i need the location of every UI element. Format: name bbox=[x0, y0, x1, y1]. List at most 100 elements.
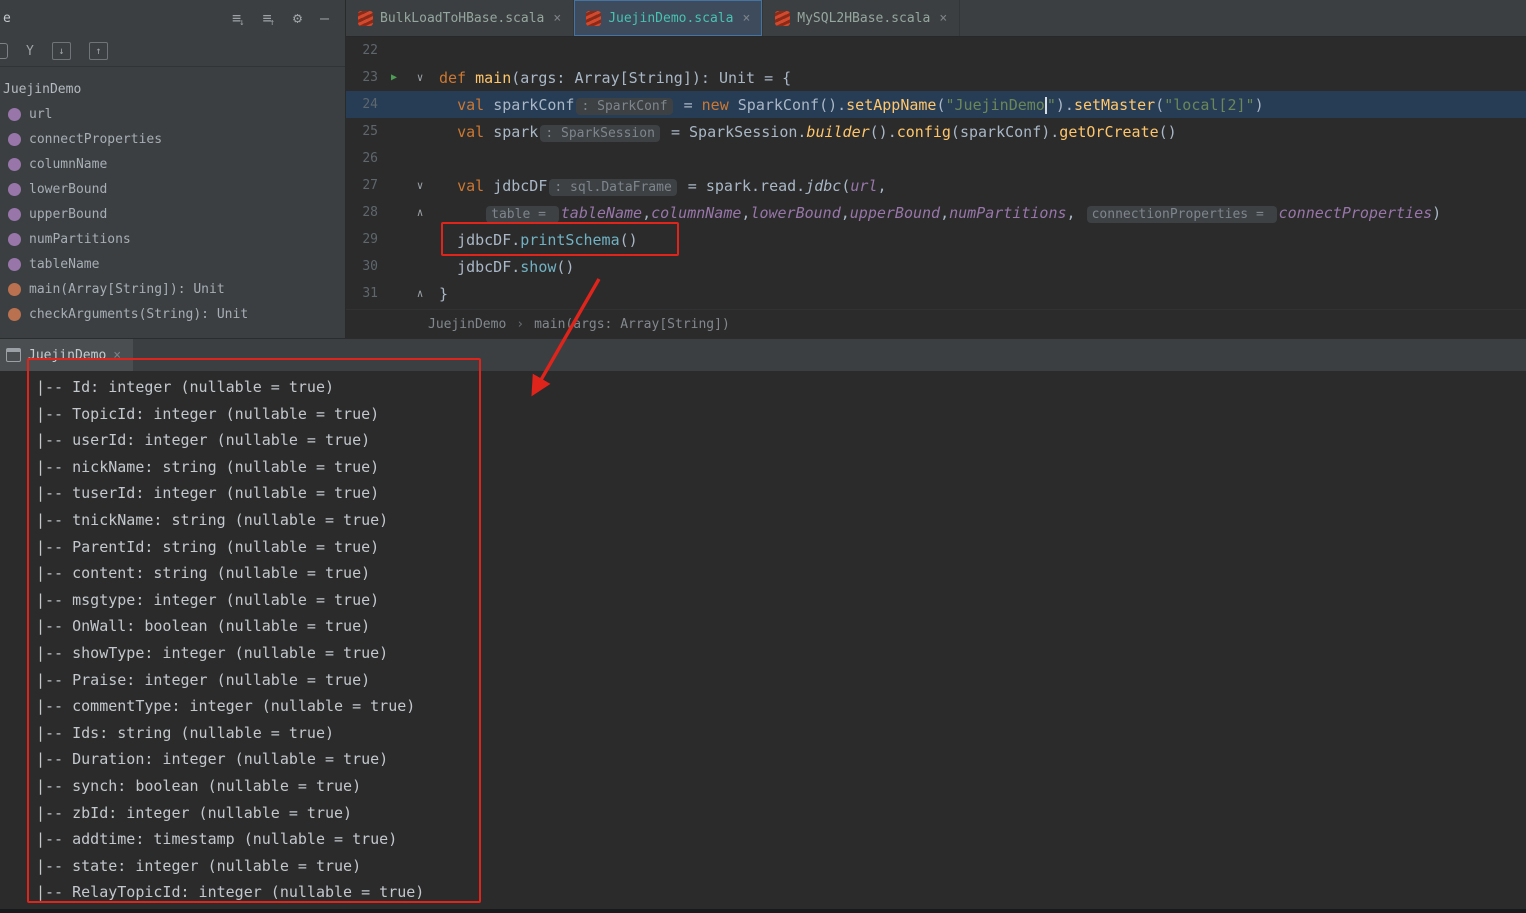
gutter: 31 ∧ bbox=[346, 280, 439, 307]
clipped-toolbar-icon[interactable] bbox=[0, 43, 8, 59]
structure-tree: JuejinDemo url connectProperties columnName… bbox=[0, 67, 345, 327]
structure-item[interactable]: columnName bbox=[0, 152, 345, 177]
structure-item[interactable]: numPartitions bbox=[0, 227, 345, 252]
field-icon bbox=[8, 208, 21, 221]
code-text[interactable]: } bbox=[439, 285, 448, 303]
code-text[interactable]: val sparkConf: SparkConf = new SparkConf… bbox=[439, 95, 1264, 115]
line-number: 24 bbox=[362, 97, 378, 112]
tab-label: JuejinDemo.scala bbox=[608, 10, 734, 26]
code-token: main bbox=[475, 68, 512, 87]
structure-item[interactable]: connectProperties bbox=[0, 127, 345, 152]
code-token: upperBound bbox=[849, 203, 941, 222]
editor-tab[interactable]: BulkLoadToHBase.scala × bbox=[346, 0, 575, 36]
editor-line: 26 bbox=[346, 145, 1526, 172]
code-token: , bbox=[1066, 203, 1085, 222]
editor-line: 22 bbox=[346, 37, 1526, 64]
breadcrumb: JuejinDemo › main(args: Array[String]) bbox=[346, 309, 1526, 338]
structure-item[interactable]: main(Array[String]): Unit bbox=[0, 277, 345, 302]
close-icon[interactable]: × bbox=[113, 348, 121, 363]
close-icon[interactable]: × bbox=[939, 11, 947, 26]
structure-item[interactable]: upperBound bbox=[0, 202, 345, 227]
fold-down-icon[interactable]: ∨ bbox=[410, 71, 430, 84]
structure-item[interactable]: checkArguments(String): Unit bbox=[0, 302, 345, 327]
line-number: 30 bbox=[362, 259, 378, 274]
code-text[interactable]: jdbcDF.printSchema() bbox=[439, 231, 638, 249]
close-icon[interactable]: × bbox=[742, 11, 750, 26]
code-token: ( bbox=[1155, 95, 1165, 114]
hide-panel-icon[interactable]: — bbox=[320, 10, 329, 26]
line-number: 22 bbox=[362, 43, 378, 58]
console-tab[interactable]: JuejinDemo × bbox=[0, 339, 134, 371]
code-token: columnName bbox=[651, 203, 742, 222]
gear-icon[interactable]: ⚙ bbox=[293, 10, 302, 26]
line-number: 26 bbox=[362, 151, 378, 166]
code-token: "JuejinDemo bbox=[945, 95, 1045, 114]
code-token: config bbox=[896, 122, 951, 141]
structure-item-label: connectProperties bbox=[29, 132, 163, 147]
code-token: connectProperties bbox=[1278, 203, 1433, 222]
structure-item-label: main(Array[String]): Unit bbox=[29, 282, 225, 297]
fold-up-icon[interactable]: ∧ bbox=[410, 206, 430, 219]
gutter: 25 bbox=[346, 118, 439, 145]
console-line: |-- msgtype: integer (nullable = true) bbox=[36, 590, 380, 609]
console-line: |-- RelayTopicId: integer (nullable = tr… bbox=[36, 883, 425, 902]
editor-tab[interactable]: MySQL2HBase.scala × bbox=[763, 0, 961, 36]
breadcrumb-item-class[interactable]: JuejinDemo bbox=[428, 317, 506, 332]
code-token: SparkSession. bbox=[689, 122, 807, 141]
editor-line: 27 ∨ val jdbcDF: sql.DataFrame = spark.re… bbox=[346, 172, 1526, 199]
code-text[interactable]: val jdbcDF: sql.DataFrame = spark.read.j… bbox=[439, 176, 887, 196]
code-token: def bbox=[439, 68, 476, 87]
filter-icon[interactable]: Y bbox=[26, 44, 34, 59]
code-text[interactable]: def main(args: Array[String]): Unit = { bbox=[439, 69, 791, 87]
structure-panel-header: e ≡ ↓ ≡ ↑ ⚙ — bbox=[0, 0, 345, 36]
line-number: 28 bbox=[362, 205, 378, 220]
structure-item[interactable]: url bbox=[0, 102, 345, 127]
code-token: show bbox=[520, 257, 557, 276]
structure-item[interactable]: lowerBound bbox=[0, 177, 345, 202]
console-line: |-- commentType: integer (nullable = tru… bbox=[36, 697, 416, 716]
code-text[interactable]: val spark: SparkSession = SparkSession.b… bbox=[439, 122, 1177, 142]
sort-asc-icon[interactable]: ≡ ↓ bbox=[232, 10, 244, 27]
console-line: |-- zbId: integer (nullable = true) bbox=[36, 803, 353, 822]
gutter: 30 bbox=[346, 253, 439, 280]
close-icon[interactable]: × bbox=[553, 11, 561, 26]
console-tab-bar: JuejinDemo × bbox=[0, 338, 1526, 371]
gutter: 24 bbox=[346, 91, 439, 118]
structure-item[interactable]: tableName bbox=[0, 252, 345, 277]
field-icon bbox=[8, 108, 21, 121]
structure-item[interactable]: JuejinDemo bbox=[0, 77, 345, 102]
code-token: " bbox=[1046, 95, 1056, 114]
line-number: 31 bbox=[362, 286, 378, 301]
fold-up-icon[interactable]: ∧ bbox=[410, 287, 430, 300]
structure-item-label: columnName bbox=[29, 157, 108, 172]
code-token: ). bbox=[1055, 95, 1074, 114]
structure-item-label: lowerBound bbox=[29, 182, 108, 197]
console-output[interactable]: |-- Id: integer (nullable = true) |-- Top… bbox=[0, 371, 1526, 909]
sort-desc-icon[interactable]: ≡ ↑ bbox=[262, 10, 274, 27]
console-line: |-- Praise: integer (nullable = true) bbox=[36, 670, 371, 689]
run-icon[interactable]: ▶ bbox=[384, 72, 404, 83]
fold-down-icon[interactable]: ∨ bbox=[410, 179, 430, 192]
structure-item-label: numPartitions bbox=[29, 232, 131, 247]
collapse-all-icon[interactable]: ↑ bbox=[88, 42, 108, 60]
code-token: builder bbox=[806, 122, 870, 141]
code-token: getOrCreate bbox=[1059, 122, 1159, 141]
code-text[interactable]: table = tableName,columnName,lowerBound,… bbox=[439, 203, 1441, 223]
code-token: val bbox=[457, 95, 494, 114]
editor-line: 29 jdbcDF.printSchema() bbox=[346, 226, 1526, 253]
code-token: SparkConf bbox=[737, 95, 820, 114]
code-text[interactable]: jdbcDF.show() bbox=[439, 258, 574, 276]
console-line: |-- tnickName: string (nullable = true) bbox=[36, 510, 389, 529]
expand-all-icon[interactable]: ↓ bbox=[51, 42, 71, 60]
console-line: |-- Duration: integer (nullable = true) bbox=[36, 750, 389, 769]
structure-item-label: checkArguments(String): Unit bbox=[29, 307, 249, 322]
code-editor[interactable]: 22 23 ▶ ∨ def main(args: Array[String]): Uni… bbox=[346, 37, 1526, 309]
editor-tab[interactable]: JuejinDemo.scala × bbox=[574, 0, 764, 36]
breadcrumb-item-method[interactable]: main(args: Array[String]) bbox=[534, 317, 730, 332]
code-token: jdbcDF bbox=[493, 176, 548, 195]
code-token: table = bbox=[486, 205, 559, 223]
method-icon bbox=[8, 308, 21, 321]
